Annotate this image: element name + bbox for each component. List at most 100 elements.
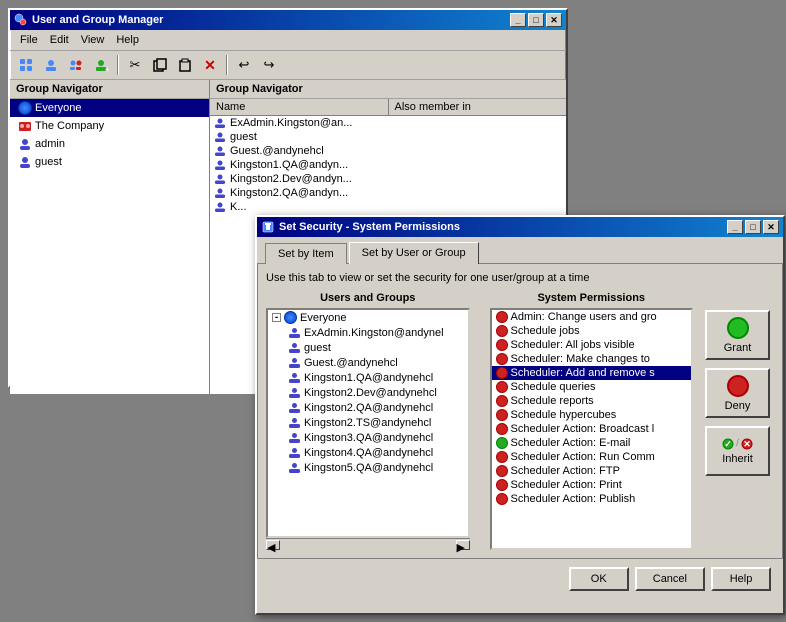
- tab-set-by-user[interactable]: Set by User or Group: [349, 242, 479, 264]
- tb-btn-redo[interactable]: ↪: [257, 53, 281, 77]
- col-member: Also member in: [389, 99, 567, 115]
- menu-view[interactable]: View: [75, 32, 111, 48]
- perm-icon-red: [496, 325, 508, 337]
- perm-item[interactable]: Scheduler: Make changes to: [492, 352, 692, 366]
- dialog-title: Set Security - System Permissions: [279, 221, 460, 233]
- expand-collapse-icon[interactable]: -: [272, 313, 281, 322]
- menu-edit[interactable]: Edit: [44, 32, 75, 48]
- deny-icon: [727, 375, 749, 397]
- perm-icon-red: [496, 493, 508, 505]
- perm-item[interactable]: Schedule reports: [492, 394, 692, 408]
- tb-btn-paste[interactable]: [173, 53, 197, 77]
- table-row[interactable]: ExAdmin.Kingston@an...: [210, 116, 566, 130]
- perm-icon-red: [496, 395, 508, 407]
- dialog-minimize-button[interactable]: _: [727, 220, 743, 234]
- perm-item[interactable]: Schedule jobs: [492, 324, 692, 338]
- list-item-user[interactable]: Guest.@andynehcl: [268, 355, 468, 370]
- perm-item[interactable]: Scheduler Action: Run Comm: [492, 450, 692, 464]
- permissions-panel: System Permissions Admin: Change users a…: [490, 290, 694, 550]
- user-icon-4: [288, 341, 301, 354]
- group-icon: [18, 119, 32, 133]
- list-item-user[interactable]: Kingston2.QA@andynehcl: [268, 400, 468, 415]
- list-item-everyone[interactable]: - Everyone: [268, 310, 468, 325]
- list-item-user[interactable]: guest: [268, 340, 468, 355]
- users-groups-list[interactable]: - Everyone ExAdmin.Kingston@andynel gues…: [266, 308, 470, 538]
- user-row-icon: [214, 201, 226, 213]
- inherit-button[interactable]: ✓ / ✕ Inherit: [705, 426, 770, 476]
- menu-file[interactable]: File: [14, 32, 44, 48]
- perm-item[interactable]: Schedule hypercubes: [492, 408, 692, 422]
- perm-item[interactable]: Admin: Change users and gro: [492, 310, 692, 324]
- perm-item[interactable]: Scheduler Action: E-mail: [492, 436, 692, 450]
- tb-btn-copy[interactable]: [148, 53, 172, 77]
- perm-icon-red: [496, 479, 508, 491]
- dialog-icon: [261, 220, 275, 234]
- perm-item[interactable]: Scheduler Action: Publish: [492, 492, 692, 506]
- tree-admin[interactable]: admin: [10, 135, 209, 153]
- tree-guest[interactable]: guest: [10, 153, 209, 171]
- main-title: User and Group Manager: [32, 14, 163, 26]
- users-groups-panel: Users and Groups - Everyone ExAdmin.King…: [266, 290, 470, 550]
- ok-button[interactable]: OK: [569, 567, 629, 591]
- perm-icon-red: [496, 423, 508, 435]
- scroll-right-btn[interactable]: ▶: [456, 540, 470, 550]
- tree-company[interactable]: The Company: [10, 117, 209, 135]
- scroll-left-btn[interactable]: ◀: [266, 540, 280, 550]
- users-groups-title: Users and Groups: [266, 290, 470, 308]
- perm-item[interactable]: Scheduler Action: Print: [492, 478, 692, 492]
- inherit-icon: ✓ / ✕: [722, 438, 753, 450]
- list-item-user[interactable]: Kingston4.QA@andynehcl: [268, 445, 468, 460]
- table-row[interactable]: Kingston1.QA@andyn...: [210, 158, 566, 172]
- help-button[interactable]: Help: [711, 567, 771, 591]
- table-row[interactable]: K...: [210, 200, 566, 214]
- tb-btn-cut[interactable]: ✂: [123, 53, 147, 77]
- perm-item[interactable]: Scheduler Action: FTP: [492, 464, 692, 478]
- deny-button[interactable]: Deny: [705, 368, 770, 418]
- table-row[interactable]: Guest.@andynehcl: [210, 144, 566, 158]
- list-item-user[interactable]: ExAdmin.Kingston@andynel: [268, 325, 468, 340]
- maximize-button[interactable]: □: [528, 13, 544, 27]
- tb-btn-2[interactable]: [39, 53, 63, 77]
- users-hscrollbar[interactable]: ◀ ▶: [266, 538, 470, 550]
- perm-item[interactable]: Scheduler: All jobs visible: [492, 338, 692, 352]
- dialog-close-button[interactable]: ✕: [763, 220, 779, 234]
- app-icon: [14, 13, 28, 27]
- minimize-button[interactable]: _: [510, 13, 526, 27]
- menu-bar: File Edit View Help: [10, 30, 566, 51]
- list-item-user[interactable]: Kingston3.QA@andynehcl: [268, 430, 468, 445]
- perm-item-selected[interactable]: Scheduler: Add and remove s: [492, 366, 692, 380]
- dialog-maximize-button[interactable]: □: [745, 220, 761, 234]
- tab-set-by-item[interactable]: Set by Item: [265, 243, 347, 264]
- tb-btn-undo[interactable]: ↩: [232, 53, 256, 77]
- list-item-user[interactable]: Kingston2.Dev@andynehcl: [268, 385, 468, 400]
- globe-icon: [18, 101, 32, 115]
- user-row-icon: [214, 159, 226, 171]
- cancel-button[interactable]: Cancel: [635, 567, 705, 591]
- grant-button[interactable]: Grant: [705, 310, 770, 360]
- left-panel-tree: Everyone The Company admin guest: [10, 99, 209, 394]
- tb-sep-2: [226, 55, 228, 75]
- perm-item[interactable]: Scheduler Action: Broadcast l: [492, 422, 692, 436]
- perm-icon-red: [496, 451, 508, 463]
- list-item-user[interactable]: Kingston5.QA@andynehcl: [268, 460, 468, 475]
- tb-btn-1[interactable]: [14, 53, 38, 77]
- tree-everyone[interactable]: Everyone: [10, 99, 209, 117]
- perm-item[interactable]: Schedule queries: [492, 380, 692, 394]
- permissions-list[interactable]: Admin: Change users and gro Schedule job…: [490, 308, 694, 550]
- tb-btn-4[interactable]: +: [89, 53, 113, 77]
- svg-text:✓: ✓: [724, 439, 732, 449]
- close-button[interactable]: ✕: [546, 13, 562, 27]
- table-row[interactable]: Kingston2.QA@andyn...: [210, 186, 566, 200]
- perm-icon-red: [496, 465, 508, 477]
- tb-btn-3[interactable]: [64, 53, 88, 77]
- table-row[interactable]: guest: [210, 130, 566, 144]
- list-item-user[interactable]: Kingston2.TS@andynehcl: [268, 415, 468, 430]
- perm-icon-red: [496, 353, 508, 365]
- list-item-user[interactable]: Kingston1.QA@andynehcl: [268, 370, 468, 385]
- menu-help[interactable]: Help: [110, 32, 145, 48]
- table-header: Name Also member in: [210, 99, 566, 116]
- tb-btn-delete[interactable]: ✕: [198, 53, 222, 77]
- user-icon-6: [288, 371, 301, 384]
- table-row[interactable]: Kingston2.Dev@andyn...: [210, 172, 566, 186]
- dialog-panels: Users and Groups - Everyone ExAdmin.King…: [266, 290, 774, 550]
